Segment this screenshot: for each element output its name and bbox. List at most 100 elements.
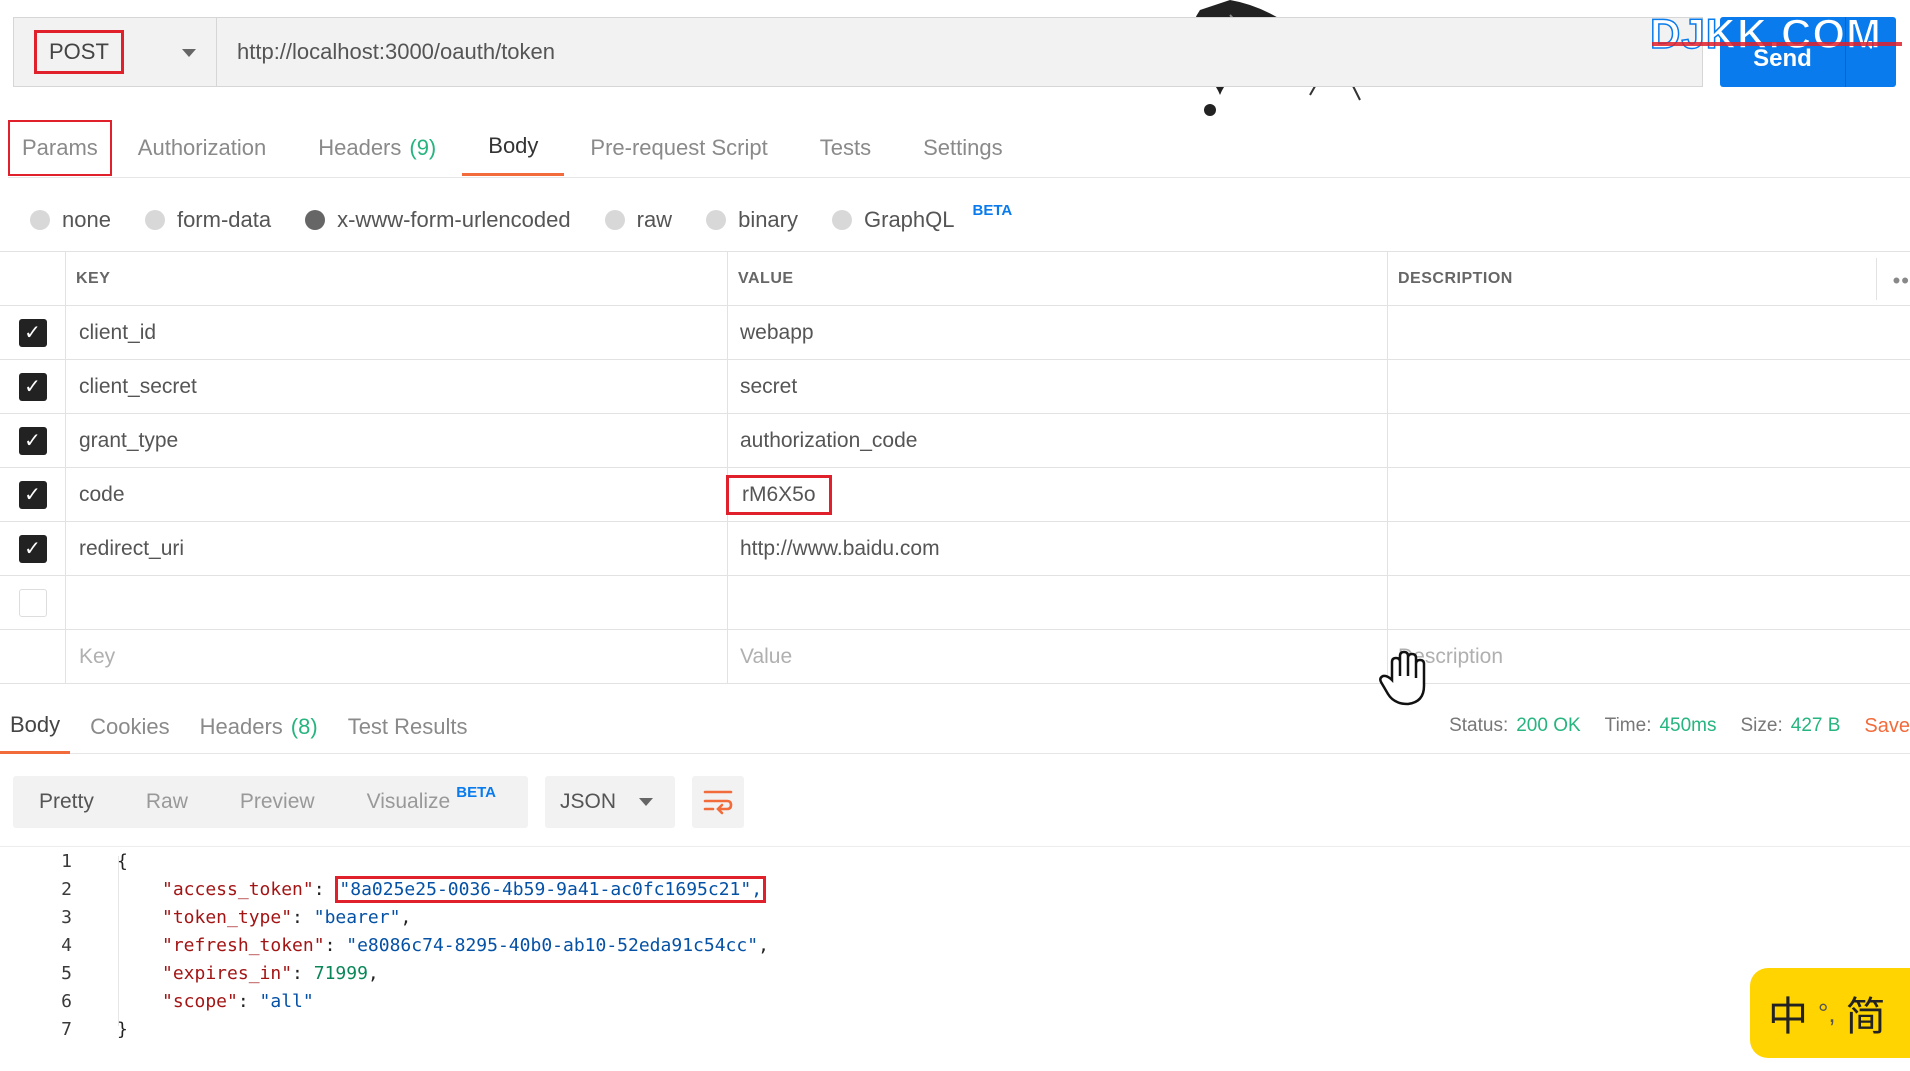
- row-description[interactable]: [1388, 414, 1910, 467]
- row-key[interactable]: [66, 576, 728, 629]
- row-value[interactable]: secret: [728, 360, 1388, 413]
- json-key: "expires_in": [162, 962, 293, 984]
- tab-params[interactable]: Params: [8, 119, 112, 176]
- tab-label: Settings: [923, 134, 1003, 160]
- row-description[interactable]: [1388, 306, 1910, 359]
- row-value[interactable]: http://www.baidu.com: [728, 522, 1388, 575]
- new-key-input[interactable]: Key: [66, 630, 728, 683]
- raw-button[interactable]: Raw: [120, 776, 214, 828]
- row-description[interactable]: [1388, 468, 1910, 521]
- row-check-cell: [0, 576, 66, 629]
- tab-pre-request-script[interactable]: Pre-request Script: [564, 120, 793, 176]
- radio-graphql[interactable]: GraphQL BETA: [832, 202, 1012, 233]
- tab-label: Body: [10, 712, 61, 737]
- line-number: 7: [61, 1018, 72, 1040]
- response-tab-cookies[interactable]: Cookies: [80, 700, 179, 754]
- ime-toolbar[interactable]: 中 °, 简: [1750, 968, 1910, 1058]
- row-key[interactable]: code: [66, 468, 728, 521]
- row-checkbox[interactable]: ✓: [18, 318, 47, 347]
- visualize-button[interactable]: Visualize BETA: [341, 776, 522, 828]
- radio-none[interactable]: none: [30, 207, 111, 233]
- tab-settings[interactable]: Settings: [897, 120, 1029, 176]
- url-input[interactable]: [217, 18, 1702, 86]
- table-header: KEY VALUE DESCRIPTION: [0, 252, 1910, 306]
- row-checkbox[interactable]: ✓: [18, 534, 47, 563]
- ime-language[interactable]: 中: [1768, 984, 1808, 1042]
- new-description-input[interactable]: Description: [1388, 630, 1910, 683]
- pretty-button[interactable]: Pretty: [13, 776, 120, 828]
- row-checkbox[interactable]: ✓: [18, 426, 47, 455]
- header-check-cell: [0, 252, 66, 305]
- row-key[interactable]: client_id: [66, 306, 728, 359]
- json-value: "e8086c74-8295-40b0-ab10-52eda91c54cc": [346, 934, 759, 956]
- radio-circle-icon: [706, 210, 727, 230]
- tab-label: Cookies: [90, 713, 170, 739]
- tab-label: Headers: [318, 134, 402, 160]
- row-key[interactable]: grant_type: [66, 414, 728, 467]
- method-select[interactable]: POST: [14, 18, 217, 86]
- row-checkbox[interactable]: ✓: [18, 480, 47, 509]
- table-row: ✓ grant_type authorization_code: [0, 414, 1910, 468]
- line-number: 3: [61, 906, 72, 928]
- code-text: "expires_in": 71999,: [162, 962, 379, 984]
- tab-label: Headers: [199, 713, 283, 739]
- row-key[interactable]: redirect_uri: [66, 522, 728, 575]
- row-value-cell[interactable]: rM6X5o: [726, 468, 1388, 521]
- response-tab-body[interactable]: Body: [0, 700, 71, 754]
- status-value[interactable]: 200 OK: [1516, 715, 1580, 736]
- tab-headers[interactable]: Headers (9): [292, 120, 462, 176]
- code-line: 2 "access_token": "8a025e25-0036-4b59-9a…: [0, 875, 1910, 903]
- response-code-view[interactable]: 1 { 2 "access_token": "8a025e25-0036-4b5…: [0, 846, 1910, 1056]
- row-value[interactable]: [728, 576, 1388, 629]
- tab-tests[interactable]: Tests: [794, 120, 897, 176]
- wrap-lines-button[interactable]: [692, 776, 744, 828]
- time-meta: Time: 450ms: [1605, 715, 1717, 737]
- tab-authorization[interactable]: Authorization: [112, 120, 292, 176]
- tab-label: Test Results: [347, 713, 468, 739]
- ime-mode[interactable]: 简: [1846, 984, 1886, 1042]
- row-description[interactable]: [1388, 360, 1910, 413]
- code-line: 6 "scope": "all": [0, 987, 1910, 1015]
- tab-body[interactable]: Body: [462, 120, 565, 176]
- response-tab-test-results[interactable]: Test Results: [338, 700, 478, 754]
- column-divider: [1876, 258, 1877, 300]
- column-header-key: KEY: [66, 252, 728, 305]
- ime-punctuation[interactable]: °,: [1818, 998, 1836, 1029]
- code-text: "access_token": "8a025e25-0036-4b59-9a41…: [72, 875, 767, 903]
- request-tabs: Params Authorization Headers (9) Body Pre…: [8, 118, 1910, 178]
- more-options-icon[interactable]: ••: [1893, 268, 1910, 294]
- time-value[interactable]: 450ms: [1659, 715, 1716, 736]
- tab-count: (9): [409, 134, 437, 160]
- row-check-cell: ✓: [0, 360, 66, 413]
- radio-form-data[interactable]: form-data: [144, 207, 271, 233]
- hand-cursor-icon: [1379, 650, 1426, 706]
- row-description[interactable]: [1388, 522, 1910, 575]
- row-value[interactable]: authorization_code: [728, 414, 1388, 467]
- save-response-button[interactable]: Save: [1864, 715, 1910, 738]
- preview-button[interactable]: Preview: [214, 776, 341, 828]
- radio-urlencoded[interactable]: x-www-form-urlencoded: [305, 207, 571, 233]
- row-description[interactable]: [1388, 576, 1910, 629]
- row-value[interactable]: webapp: [728, 306, 1388, 359]
- radio-circle-icon: [832, 210, 852, 230]
- row-key[interactable]: client_secret: [66, 360, 728, 413]
- line-number: 4: [61, 934, 72, 956]
- code-text: "scope": "all": [162, 990, 314, 1012]
- radio-binary[interactable]: binary: [706, 207, 798, 233]
- row-check-cell: ✓: [0, 522, 66, 575]
- radio-raw[interactable]: raw: [604, 207, 672, 233]
- json-key: "refresh_token": [162, 934, 325, 956]
- tab-label: Pre-request Script: [590, 134, 768, 160]
- format-toggle-group: Pretty Raw Preview Visualize BETA: [13, 776, 528, 828]
- language-select[interactable]: JSON: [545, 776, 675, 828]
- row-checkbox[interactable]: [18, 588, 47, 617]
- new-value-input[interactable]: Value: [728, 630, 1388, 683]
- size-value[interactable]: 427 B: [1791, 715, 1841, 736]
- params-table: KEY VALUE DESCRIPTION ✓ client_id webapp…: [0, 251, 1910, 684]
- row-checkbox[interactable]: ✓: [18, 372, 47, 401]
- tab-label: Tests: [819, 134, 872, 160]
- meta-label: Status:: [1449, 715, 1509, 736]
- response-tab-headers[interactable]: Headers (8): [190, 700, 328, 754]
- row-check-cell: [0, 630, 66, 683]
- code-line: 3 "token_type": "bearer",: [0, 903, 1910, 931]
